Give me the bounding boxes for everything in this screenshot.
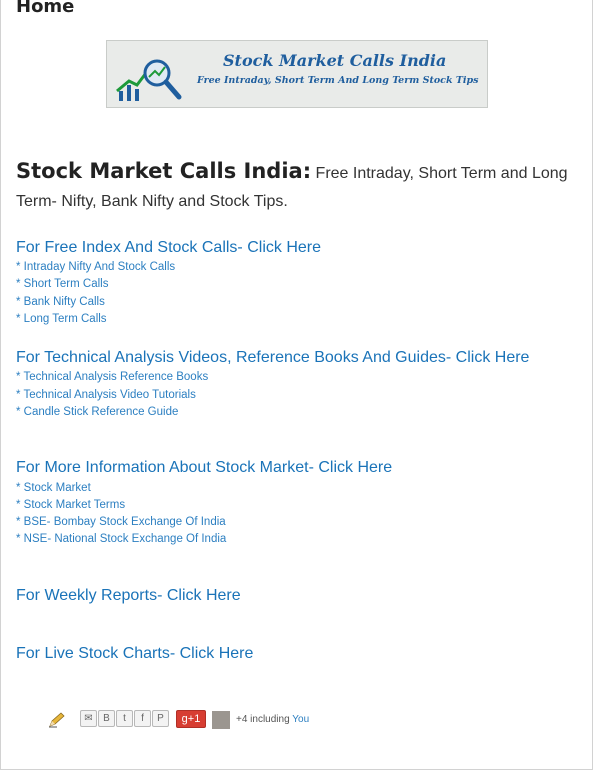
banner-title: Stock Market Calls India	[223, 51, 447, 70]
twitter-icon[interactable]: t	[116, 710, 133, 727]
plus-you-link[interactable]: You	[292, 714, 309, 725]
email-icon[interactable]: ✉	[80, 710, 97, 727]
bank-nifty-calls-link[interactable]: * Bank Nifty Calls	[16, 296, 105, 308]
more-info-heading-link[interactable]: For More Information About Stock Market-…	[16, 459, 392, 477]
stock-market-terms-link[interactable]: * Stock Market Terms	[16, 499, 125, 511]
avatar[interactable]	[212, 711, 230, 729]
intraday-calls-link[interactable]: * Intraday Nifty And Stock Calls	[16, 261, 175, 273]
banner-subtitle: Free Intraday, Short Term And Long Term …	[197, 75, 479, 86]
page-title: Home	[16, 0, 75, 17]
bse-link[interactable]: * BSE- Bombay Stock Exchange Of India	[16, 516, 226, 528]
nse-link[interactable]: * NSE- National Stock Exchange Of India	[16, 533, 226, 545]
google-plus-one-button[interactable]: g+1	[176, 710, 206, 728]
short-term-calls-link[interactable]: * Short Term Calls	[16, 278, 108, 290]
facebook-icon[interactable]: f	[134, 710, 151, 727]
ta-reference-books-link[interactable]: * Technical Analysis Reference Books	[16, 371, 208, 383]
weekly-reports-heading-link[interactable]: For Weekly Reports- Click Here	[16, 587, 241, 605]
edit-pencil-icon[interactable]	[48, 712, 66, 728]
site-banner[interactable]: Stock Market Calls India Free Intraday, …	[106, 40, 488, 108]
plus-count: +4 including	[236, 714, 293, 725]
free-calls-heading-link[interactable]: For Free Index And Stock Calls- Click He…	[16, 239, 321, 257]
plus-count-text: +4 including You	[236, 714, 309, 725]
live-charts-heading-link[interactable]: For Live Stock Charts- Click Here	[16, 645, 253, 663]
chart-magnifier-logo-icon	[116, 59, 182, 101]
candle-stick-guide-link[interactable]: * Candle Stick Reference Guide	[16, 406, 178, 418]
intro-heading: Stock Market Calls India:	[16, 159, 312, 183]
intro-paragraph: Stock Market Calls India: Free Intraday,…	[16, 157, 576, 216]
stock-market-link[interactable]: * Stock Market	[16, 482, 91, 494]
long-term-calls-link[interactable]: * Long Term Calls	[16, 313, 107, 325]
technical-analysis-heading-link[interactable]: For Technical Analysis Videos, Reference…	[16, 349, 529, 367]
pinterest-icon[interactable]: P	[152, 710, 169, 727]
ta-video-tutorials-link[interactable]: * Technical Analysis Video Tutorials	[16, 389, 196, 401]
blog-icon[interactable]: B	[98, 710, 115, 727]
